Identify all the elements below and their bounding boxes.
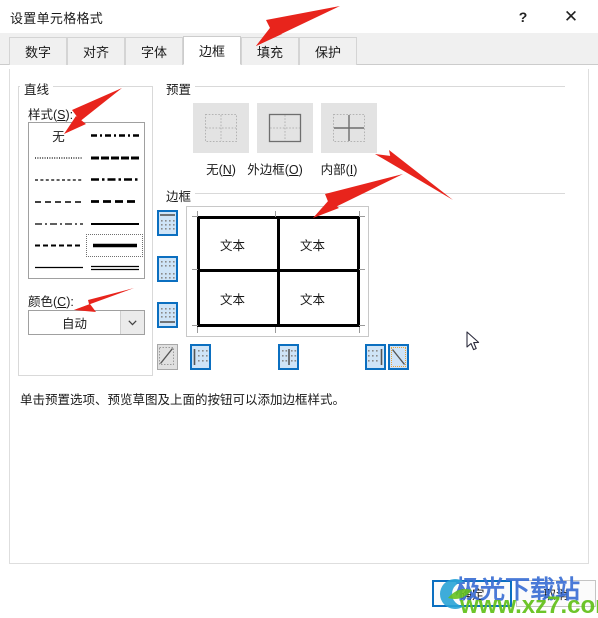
mouse-cursor <box>466 331 482 358</box>
preset-group-label: 预置 <box>162 79 196 98</box>
tab-protection[interactable]: 保护 <box>299 37 357 65</box>
preset-none-button[interactable] <box>193 103 249 153</box>
preview-handle[interactable] <box>275 211 276 217</box>
style-option-none[interactable]: 无 <box>31 125 86 146</box>
border-middle-horizontal-button[interactable] <box>157 256 178 282</box>
line-color-label: 颜色(C): <box>28 295 74 309</box>
tab-fill[interactable]: 填充 <box>241 37 299 65</box>
style-option-dotted-fine[interactable] <box>31 147 86 168</box>
close-icon[interactable]: ✕ <box>548 0 594 33</box>
preview-inner-vertical-border <box>277 216 280 327</box>
preview-handle[interactable] <box>359 269 365 270</box>
border-group-divider <box>193 193 565 194</box>
line-color-value: 自动 <box>61 317 87 331</box>
border-diagonal-down-button[interactable] <box>157 344 178 370</box>
preview-handle[interactable] <box>359 327 360 333</box>
style-option-dash-dot-dot[interactable] <box>87 125 142 146</box>
tab-alignment[interactable]: 对齐 <box>67 37 125 65</box>
preview-cell-text: 文本 <box>220 293 246 307</box>
preview-handle[interactable] <box>275 327 276 333</box>
tab-font[interactable]: 字体 <box>125 37 183 65</box>
border-diagonal-up-button[interactable] <box>388 344 409 370</box>
preset-outline-label: 外边框(O) <box>247 163 303 177</box>
line-color-combobox[interactable]: 自动 <box>28 310 145 335</box>
preview-handle[interactable] <box>197 211 198 217</box>
preset-inside-button[interactable] <box>321 103 377 153</box>
tab-number[interactable]: 数字 <box>9 37 67 65</box>
style-option-dash-dot-thick[interactable] <box>87 169 142 190</box>
border-preview[interactable]: 文本 文本 文本 文本 <box>186 206 369 337</box>
preview-handle[interactable] <box>359 216 365 217</box>
ok-button[interactable]: 确定 <box>432 580 512 607</box>
style-option-solid-thick-selected[interactable] <box>86 234 143 257</box>
style-option-solid-thin[interactable] <box>31 257 86 278</box>
style-option-dash-dot[interactable] <box>31 213 86 234</box>
style-option-dashed-fine[interactable] <box>31 169 86 190</box>
border-group-label: 边框 <box>162 186 196 205</box>
preview-cell-text: 文本 <box>300 293 326 307</box>
style-option-double[interactable] <box>87 257 142 278</box>
style-option-dashed-med[interactable] <box>31 191 86 212</box>
border-vertical-button[interactable] <box>278 344 299 370</box>
preview-handle[interactable] <box>192 325 198 326</box>
preset-outline-button[interactable] <box>257 103 313 153</box>
preview-cell-text: 文本 <box>220 239 246 253</box>
line-style-label: 样式(S): <box>28 108 74 122</box>
border-right-button[interactable] <box>365 344 386 370</box>
tab-strip: 数字 对齐 字体 边框 填充 保护 <box>0 33 598 65</box>
chevron-down-icon[interactable] <box>120 311 144 334</box>
cell-format-dialog: 设置单元格格式 ? ✕ 数字 对齐 字体 边框 填充 保护 直线 样式(S): … <box>0 0 598 618</box>
style-option-dashed-thick[interactable] <box>87 191 142 212</box>
border-top-button[interactable] <box>157 210 178 236</box>
preset-group-divider <box>193 86 565 87</box>
style-option-dashed-long[interactable] <box>31 235 86 256</box>
tab-border[interactable]: 边框 <box>183 36 241 65</box>
line-style-listbox[interactable]: 无 <box>28 122 145 279</box>
preview-handle[interactable] <box>197 327 198 333</box>
dialog-title: 设置单元格格式 <box>10 11 104 26</box>
cancel-button[interactable]: 取消 <box>516 580 596 607</box>
line-group-label: 直线 <box>20 79 54 98</box>
preset-inside-label: 内部(I) <box>320 163 358 177</box>
title-bar: 设置单元格格式 ? ✕ <box>0 0 598 33</box>
help-icon[interactable]: ? <box>500 0 546 33</box>
preview-handle[interactable] <box>359 325 365 326</box>
preview-cell-text: 文本 <box>300 239 326 253</box>
style-option-solid-med[interactable] <box>87 213 142 234</box>
border-tab-panel: 直线 样式(S): 无 颜色(C): 自动 预置 无(N) 外边框(O) 内部(… <box>9 69 589 564</box>
border-bottom-button[interactable] <box>157 302 178 328</box>
border-left-button[interactable] <box>190 344 211 370</box>
border-hint-text: 单击预置选项、预览草图及上面的按钮可以添加边框样式。 <box>20 393 346 407</box>
preview-handle[interactable] <box>192 269 198 270</box>
style-option-slant-dash[interactable] <box>87 147 142 168</box>
